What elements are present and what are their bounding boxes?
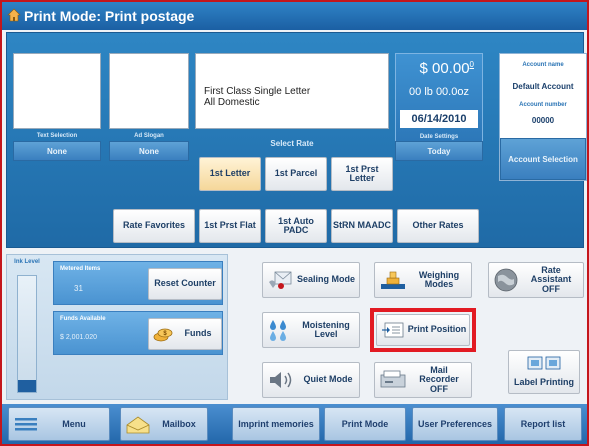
print-mode-button[interactable]: Print Mode [324, 407, 406, 441]
postage-amount: $ 00.000 [419, 60, 475, 77]
rate-assistant-label: Rate Assistant OFF [530, 264, 572, 294]
report-list-button[interactable]: Report list [504, 407, 582, 441]
postage-display: $ 00.000 00 lb 00.0oz 06/14/2010 Date Se… [395, 53, 483, 155]
ad-slogan-preview[interactable] [109, 53, 189, 129]
moistening-level-label: Moistening Level [302, 319, 350, 339]
rate-favorites-button[interactable]: Rate Favorites [113, 209, 195, 243]
print-position-icon [382, 322, 404, 338]
ad-slogan-label: Ad Slogan [134, 133, 164, 139]
weighing-modes-button[interactable]: Weighing Modes [374, 262, 472, 298]
menu-button[interactable]: Menu [8, 407, 110, 441]
account-number-value: 00000 [531, 116, 555, 125]
quiet-mode-button[interactable]: Quiet Mode [262, 362, 360, 398]
date-settings-label: Date Settings [419, 134, 459, 140]
metered-items-panel: Metered Items 31 Reset Counter [53, 261, 223, 305]
select-rate-label: Select Rate [270, 139, 314, 148]
mailbox-button[interactable]: Mailbox [120, 407, 208, 441]
bottom-navigation: Menu Mailbox Imprint memories Print Mode… [2, 404, 587, 444]
other-rates-button[interactable]: Other Rates [397, 209, 479, 243]
mailbox-label: Mailbox [162, 419, 196, 429]
rate-description-line2: All Domestic [204, 97, 260, 108]
rate-1st-letter-button[interactable]: 1st Letter [199, 157, 261, 191]
reset-counter-button[interactable]: Reset Counter [148, 268, 222, 300]
postage-panel: First Class Single Letter All Domestic T… [6, 32, 587, 248]
ad-slogan-button[interactable]: None [109, 141, 189, 161]
status-panel: Ink Level Metered Items 31 Reset Counter… [6, 254, 228, 400]
print-position-button[interactable]: Print Position [376, 314, 470, 346]
account-name-label: Account name [522, 62, 564, 68]
globe-icon [494, 268, 518, 292]
sealing-icon [269, 271, 292, 289]
rate-strn-maadc-button[interactable]: StRN MAADC [331, 209, 393, 243]
ink-level-label: Ink Level [14, 259, 40, 265]
account-name-value: Default Account [512, 82, 574, 91]
funds-button-label: Funds [184, 328, 212, 339]
menu-label: Menu [62, 419, 86, 429]
postage-weight: 00 lb 00.0oz [409, 86, 469, 98]
postage-date: 06/14/2010 [400, 110, 478, 128]
rate-description-box: First Class Single Letter All Domestic [195, 53, 389, 129]
print-position-label: Print Position [407, 324, 467, 335]
funds-panel: Funds Available $ 2,001.020 $ Funds [53, 311, 223, 355]
user-preferences-button[interactable]: User Preferences [412, 407, 498, 441]
metered-items-value: 31 [74, 284, 83, 293]
rate-1st-auto-padc-button[interactable]: 1st Auto PADC [265, 209, 327, 243]
rate-assistant-button[interactable]: Rate Assistant OFF [488, 262, 584, 298]
date-settings-button[interactable]: Today [395, 141, 483, 161]
ink-level-gauge [17, 275, 37, 393]
title-bar: Print Mode: Print postage [2, 2, 587, 30]
label-icon [527, 356, 561, 370]
scale-icon [381, 271, 405, 289]
sealing-mode-label: Sealing Mode [296, 274, 355, 285]
home-icon [7, 8, 21, 22]
mail-recorder-label: Mail Recorder OFF [419, 364, 459, 394]
label-printing-label: Label Printing [513, 377, 574, 388]
coins-icon: $ [153, 328, 173, 342]
window-title: Print Mode: Print postage [24, 8, 195, 24]
quiet-mode-label: Quiet Mode [303, 374, 353, 385]
mail-recorder-icon [380, 370, 406, 388]
text-selection-label: Text Selection [36, 133, 78, 139]
account-panel: Account name Default Account Account num… [499, 53, 587, 181]
ink-level-fill [18, 380, 36, 392]
account-selection-button[interactable]: Account Selection [500, 138, 586, 180]
rate-1st-parcel-button[interactable]: 1st Parcel [265, 157, 327, 191]
rate-description-line1: First Class Single Letter [204, 86, 311, 97]
moistening-level-button[interactable]: Moistening Level [262, 312, 360, 348]
mailbox-icon [126, 416, 150, 434]
funds-available-value: $ 2,001.020 [60, 334, 97, 341]
imprint-memories-button[interactable]: Imprint memories [232, 407, 320, 441]
label-printing-button[interactable]: Label Printing [508, 350, 580, 394]
mail-recorder-button[interactable]: Mail Recorder OFF [374, 362, 472, 398]
text-preview[interactable] [13, 53, 101, 129]
metered-items-label: Metered Items [60, 266, 101, 272]
funds-available-label: Funds Available [60, 316, 106, 322]
rate-1st-prst-flat-button[interactable]: 1st Prst Flat [199, 209, 261, 243]
water-drops-icon [270, 320, 286, 341]
speaker-icon [270, 372, 292, 388]
sealing-mode-button[interactable]: Sealing Mode [262, 262, 360, 298]
funds-button[interactable]: $ Funds [148, 318, 222, 350]
menu-icon [15, 418, 37, 431]
weighing-modes-label: Weighing Modes [418, 269, 460, 289]
app-window: Print Mode: Print postage First Class Si… [0, 0, 589, 446]
rate-1st-prst-letter-button[interactable]: 1st Prst Letter [331, 157, 393, 191]
text-selection-button[interactable]: None [13, 141, 101, 161]
account-number-label: Account number [519, 102, 567, 108]
